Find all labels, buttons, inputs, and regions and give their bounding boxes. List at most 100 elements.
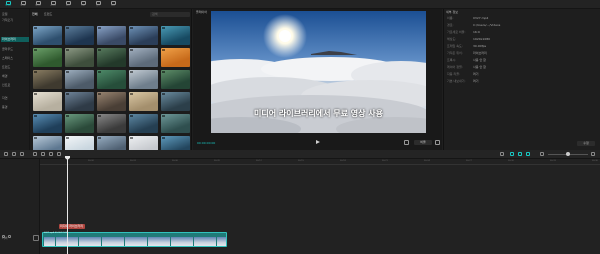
zoom-slider-handle[interactable] xyxy=(566,152,570,156)
ruler-tick-label: 00:03 xyxy=(130,160,136,162)
media-thumbnail[interactable] xyxy=(97,26,126,45)
clip-frame-thumbnail xyxy=(78,237,90,246)
freeze-icon[interactable] xyxy=(49,152,53,156)
clip-frame-thumbnail xyxy=(67,237,78,246)
toolbar-filters-label: 필터 xyxy=(96,5,100,7)
clip-frame-thumbnail xyxy=(147,237,159,246)
details-value: 사용 안 함 xyxy=(473,65,486,69)
ruler-tick-label: 00:24 xyxy=(424,160,430,162)
details-key: 프록시: xyxy=(447,58,457,62)
sidebar-item-import[interactable]: 가져오기 xyxy=(2,18,13,23)
redo-icon[interactable] xyxy=(20,152,24,156)
media-thumbnail[interactable] xyxy=(97,48,126,67)
toolbar-media-button[interactable]: 미디어 xyxy=(2,1,14,8)
media-thumbnail[interactable] xyxy=(65,48,94,67)
text-clip[interactable]: 미디어 라이브러리 xyxy=(59,224,85,229)
media-thumbnail[interactable] xyxy=(129,114,158,133)
mic-icon[interactable] xyxy=(500,152,504,156)
sidebar-item-background[interactable]: 배경 xyxy=(2,74,8,79)
play-button[interactable] xyxy=(316,140,320,144)
clip-frame-thumbnail xyxy=(136,237,147,246)
video-clip[interactable] xyxy=(42,232,227,247)
sidebar-item-local[interactable]: 로컬 xyxy=(2,12,8,17)
zoom-in-icon[interactable] xyxy=(591,152,595,156)
fullscreen-icon[interactable] xyxy=(404,140,409,145)
details-value: 켜기 xyxy=(473,72,479,76)
playhead[interactable] xyxy=(67,156,68,254)
sidebar-item-cloud[interactable]: 클라우드 xyxy=(2,47,13,52)
main-toolbar: 미디어 오디오 텍스트 스티커 효과 전환 필터 조정 xyxy=(0,0,600,9)
media-thumbnail[interactable] xyxy=(161,70,190,89)
toolbar-text-button[interactable]: 텍스트 xyxy=(32,1,44,8)
toolbar-audio-button[interactable]: 오디오 xyxy=(17,1,29,8)
media-thumbnail[interactable] xyxy=(97,114,126,133)
details-key: 해상도: xyxy=(447,37,457,41)
library-search-input[interactable]: 검색 xyxy=(150,12,190,17)
toolbar-filters-button[interactable]: 필터 xyxy=(92,1,104,8)
cover-icon[interactable] xyxy=(33,235,39,241)
sidebar-item-space[interactable]: 스페이스 xyxy=(2,56,13,61)
ruler-tick-label: 00:06 xyxy=(172,160,178,162)
clip-frame-thumbnail xyxy=(113,237,124,246)
toolbar-transitions-button[interactable]: 전환 xyxy=(77,1,89,8)
details-value: 라이브러리 xyxy=(473,51,487,55)
media-thumbnail[interactable] xyxy=(129,70,158,89)
sidebar-item-library[interactable]: 라이브러리 xyxy=(1,37,29,42)
toolbar-transitions-label: 전환 xyxy=(81,5,85,7)
ruler-tick-label: 00:15 xyxy=(298,160,304,162)
split-icon[interactable] xyxy=(33,152,37,156)
sidebar-item-trend[interactable]: 트렌드 xyxy=(2,65,10,70)
media-thumbnail[interactable] xyxy=(33,70,62,89)
media-thumbnail[interactable] xyxy=(161,92,190,111)
snap-icon[interactable] xyxy=(518,152,522,156)
sidebar-item-intro[interactable]: 인트로 xyxy=(2,83,10,88)
media-thumbnail[interactable] xyxy=(33,92,62,111)
ruler-tick-label: 00:00 xyxy=(88,160,94,162)
media-thumbnail[interactable] xyxy=(97,92,126,111)
expand-icon[interactable] xyxy=(435,140,440,145)
cover-track-label[interactable]: 커버 xyxy=(2,236,8,240)
timeline-ruler[interactable]: 00:00 00:03 00:06 00:09 00:12 00:15 00:18 00:21… xyxy=(40,159,600,165)
media-thumbnail[interactable] xyxy=(65,26,94,45)
undo-icon[interactable] xyxy=(12,152,16,156)
media-thumbnail[interactable] xyxy=(33,48,62,67)
tab-trend[interactable]: 트렌드 xyxy=(44,12,52,17)
sidebar-item-landscape[interactable]: 풍경 xyxy=(2,105,8,110)
media-thumbnail[interactable] xyxy=(161,48,190,67)
details-edit-button[interactable]: 수정 xyxy=(577,141,595,146)
media-thumbnail[interactable] xyxy=(33,26,62,45)
media-thumbnail[interactable] xyxy=(129,26,158,45)
media-thumbnail[interactable] xyxy=(33,114,62,133)
media-thumbnail[interactable] xyxy=(65,70,94,89)
crop-icon[interactable] xyxy=(57,152,61,156)
media-thumbnail[interactable] xyxy=(65,92,94,111)
ruler-tick-label: 00:27 xyxy=(466,160,472,162)
zoom-out-icon[interactable] xyxy=(540,152,544,156)
media-thumbnail[interactable] xyxy=(161,114,190,133)
aspect-ratio-button[interactable]: 비율 xyxy=(414,140,432,145)
details-key: 가져온 위치: xyxy=(447,51,463,55)
media-thumbnail[interactable] xyxy=(129,48,158,67)
preview-axis-icon[interactable] xyxy=(526,152,530,156)
media-thumbnail[interactable] xyxy=(65,114,94,133)
select-tool-icon[interactable] xyxy=(4,152,8,156)
media-thumbnail[interactable] xyxy=(129,92,158,111)
hide-track-icon[interactable] xyxy=(8,235,11,238)
tab-all[interactable]: 전체 xyxy=(32,12,38,17)
clip-frame-thumbnail xyxy=(193,237,205,246)
toolbar-sticker-button[interactable]: 스티커 xyxy=(47,1,59,8)
details-value: 0327.mp4 xyxy=(473,16,489,20)
details-title: 세부 정보 xyxy=(446,10,458,14)
toolbar-effects-button[interactable]: 효과 xyxy=(62,1,74,8)
link-icon[interactable] xyxy=(510,152,514,156)
sidebar-item-nature[interactable]: 자연 xyxy=(2,96,8,101)
media-thumbnail[interactable] xyxy=(161,26,190,45)
delete-icon[interactable] xyxy=(41,152,45,156)
video-subtitle-text: 미디어 라이브러리에서 무료 영상 사용 xyxy=(254,109,383,118)
details-key: 이름: xyxy=(447,16,454,20)
player-title: 플레이어 xyxy=(196,10,208,14)
details-key: 가로세로 비율: xyxy=(447,30,466,34)
toolbar-adjust-button[interactable]: 조정 xyxy=(107,1,119,8)
media-thumbnail[interactable] xyxy=(97,70,126,89)
player-controls: 비율 xyxy=(404,140,440,145)
